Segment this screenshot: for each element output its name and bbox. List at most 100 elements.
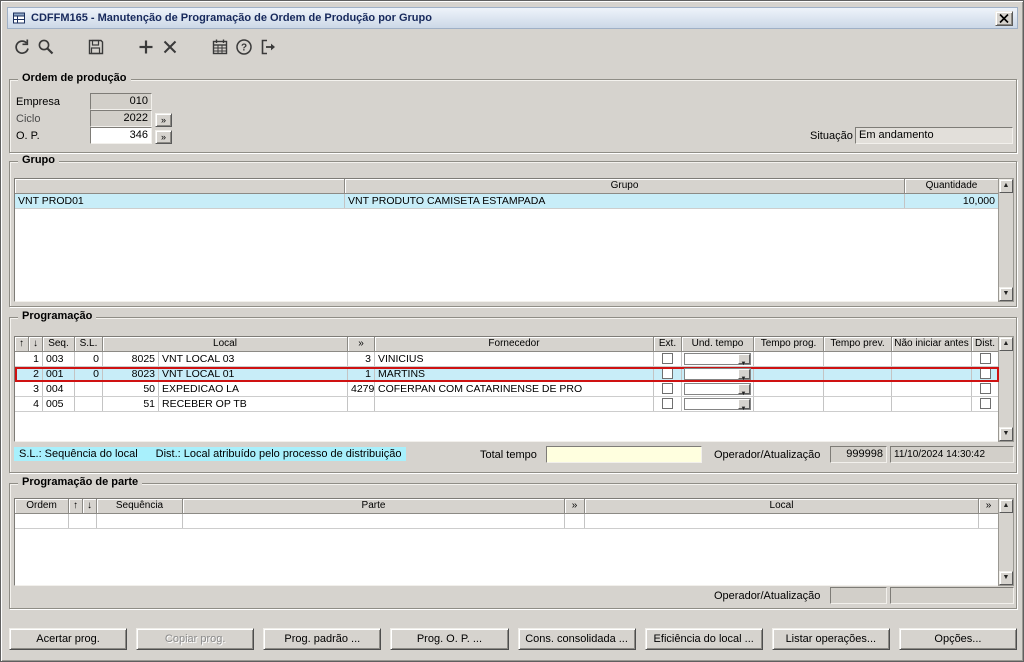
scroll-up-button[interactable]	[999, 337, 1013, 351]
acertar-prog-button[interactable]: Acertar prog.	[9, 628, 128, 650]
nao-iniciar-cell	[892, 382, 972, 396]
grupo-row[interactable]: VNT PROD01 VNT PRODUTO CAMISETA ESTAMPAD…	[15, 194, 999, 209]
svg-text:?: ?	[241, 43, 247, 54]
move-up-header-button[interactable]: ↑	[15, 337, 29, 352]
search-icon	[36, 37, 56, 57]
chevron-down-icon[interactable]	[738, 399, 750, 411]
seq-cell: 004	[43, 382, 75, 396]
ext-checkbox[interactable]	[662, 368, 673, 379]
prog-row-selected[interactable]: 2 001 0 8023 VNT LOCAL 01 1 MARTINS	[15, 367, 999, 382]
op-field[interactable]: 346	[90, 127, 152, 144]
chevron-down-icon[interactable]	[738, 354, 750, 366]
dist-checkbox[interactable]	[979, 383, 991, 394]
ext-cell	[654, 382, 682, 396]
sequencia-header: Sequência	[97, 499, 183, 514]
scroll-up-button[interactable]	[999, 499, 1013, 513]
und-tempo-combo[interactable]	[684, 398, 751, 411]
parte-empty-row[interactable]	[15, 514, 999, 529]
cons-consolidada-button[interactable]: Cons. consolidada ...	[517, 628, 636, 650]
dist-checkbox[interactable]	[979, 353, 991, 364]
dist-cell	[972, 352, 999, 366]
chevron-down-icon[interactable]	[738, 369, 750, 381]
grupo-codigo-cell: VNT PROD01	[15, 194, 345, 208]
fornecedor-cod-cell: 1	[348, 367, 375, 381]
help-icon: ?	[234, 37, 254, 57]
grupo-descricao-cell: VNT PRODUTO CAMISETA ESTAMPADA	[345, 194, 905, 208]
opcoes-button[interactable]: Opções...	[898, 628, 1017, 650]
local-cell	[585, 514, 979, 528]
parte-header: Parte	[183, 499, 565, 514]
und-tempo-combo[interactable]	[684, 383, 751, 396]
add-button[interactable]	[134, 34, 158, 60]
atualizacao-field	[890, 587, 1014, 604]
prog-op-button[interactable]: Prog. O. P. ...	[390, 628, 509, 650]
dist-checkbox[interactable]	[979, 368, 991, 379]
ext-cell	[654, 352, 682, 366]
ciclo-field[interactable]: 2022	[90, 110, 152, 127]
undo-button[interactable]	[10, 34, 34, 60]
exit-button[interactable]	[256, 34, 280, 60]
und-tempo-combo[interactable]	[684, 368, 751, 381]
sl-header: S.L.	[75, 337, 103, 352]
parte-zoom-header-button[interactable]: »	[565, 499, 585, 514]
operador-label: Operador/Atualização	[714, 449, 821, 461]
close-icon	[998, 13, 1010, 24]
listar-operacoes-button[interactable]: Listar operações...	[771, 628, 890, 650]
help-button[interactable]: ?	[232, 34, 256, 60]
scroll-down-button[interactable]	[999, 287, 1013, 301]
close-button[interactable]	[995, 10, 1013, 26]
sl-cell: 0	[75, 352, 103, 366]
nao-iniciar-cell	[892, 367, 972, 381]
prog-row[interactable]: 3 004 50 EXPEDICAO LA 4279 COFERPAN COM …	[15, 382, 999, 397]
prog-vertical-scrollbar[interactable]	[998, 336, 1014, 442]
und-tempo-combo[interactable]	[684, 353, 751, 366]
scroll-up-button[interactable]	[999, 179, 1013, 193]
fornecedor-zoom-header-button[interactable]: »	[348, 337, 375, 352]
ext-checkbox[interactable]	[662, 383, 673, 394]
search-button[interactable]	[34, 34, 58, 60]
tempo-prev-header: Tempo prev.	[824, 337, 892, 352]
prog-row[interactable]: 4 005 51 RECEBER OP TB	[15, 397, 999, 412]
ciclo-zoom-button[interactable]: »	[155, 113, 172, 127]
op-zoom-button[interactable]: »	[155, 130, 172, 144]
fornecedor-cell: VINICIUS	[375, 352, 654, 366]
scroll-track[interactable]	[999, 513, 1013, 571]
dist-note: Dist.: Local atribuído pelo processo de …	[155, 448, 402, 460]
local-cod-cell: 51	[103, 397, 159, 411]
delete-button[interactable]	[158, 34, 182, 60]
scroll-down-button[interactable]	[999, 571, 1013, 585]
scroll-track[interactable]	[999, 193, 1013, 287]
tempo-prev-cell	[824, 397, 892, 411]
dist-checkbox[interactable]	[979, 398, 991, 409]
grupo-table-header: Grupo Quantidade	[15, 179, 999, 194]
move-up-header-button[interactable]: ↑	[69, 499, 83, 514]
app-icon	[12, 11, 26, 25]
prog-padrao-button[interactable]: Prog. padrão ...	[263, 628, 382, 650]
ext-cell	[654, 397, 682, 411]
ordem-header: Ordem	[15, 499, 69, 514]
ext-checkbox[interactable]	[662, 353, 673, 364]
prog-row[interactable]: 1 003 0 8025 VNT LOCAL 03 3 VINICIUS	[15, 352, 999, 367]
ext-header: Ext.	[654, 337, 682, 352]
schedule-button[interactable]	[208, 34, 232, 60]
seq-cell: 005	[43, 397, 75, 411]
save-button[interactable]	[84, 34, 108, 60]
local-header: Local	[585, 499, 979, 514]
grupo-vertical-scrollbar[interactable]	[998, 178, 1014, 302]
chevron-down-icon[interactable]	[738, 384, 750, 396]
local-zoom-header-button[interactable]: »	[979, 499, 999, 514]
scroll-track[interactable]	[999, 351, 1013, 427]
fornecedor-cod-cell: 3	[348, 352, 375, 366]
toolbar: ?	[10, 33, 280, 61]
move-down-header-button[interactable]: ↓	[29, 337, 43, 352]
local-cell: RECEBER OP TB	[159, 397, 348, 411]
tempo-prev-cell	[824, 352, 892, 366]
dist-header: Dist.	[972, 337, 999, 352]
parte-vertical-scrollbar[interactable]	[998, 498, 1014, 586]
eficiencia-local-button[interactable]: Eficiência do local ...	[644, 628, 763, 650]
move-down-header-button[interactable]: ↓	[83, 499, 97, 514]
ext-checkbox[interactable]	[662, 398, 673, 409]
und-tempo-cell	[682, 352, 754, 366]
local-zoom-cell	[979, 514, 999, 528]
scroll-down-button[interactable]	[999, 427, 1013, 441]
